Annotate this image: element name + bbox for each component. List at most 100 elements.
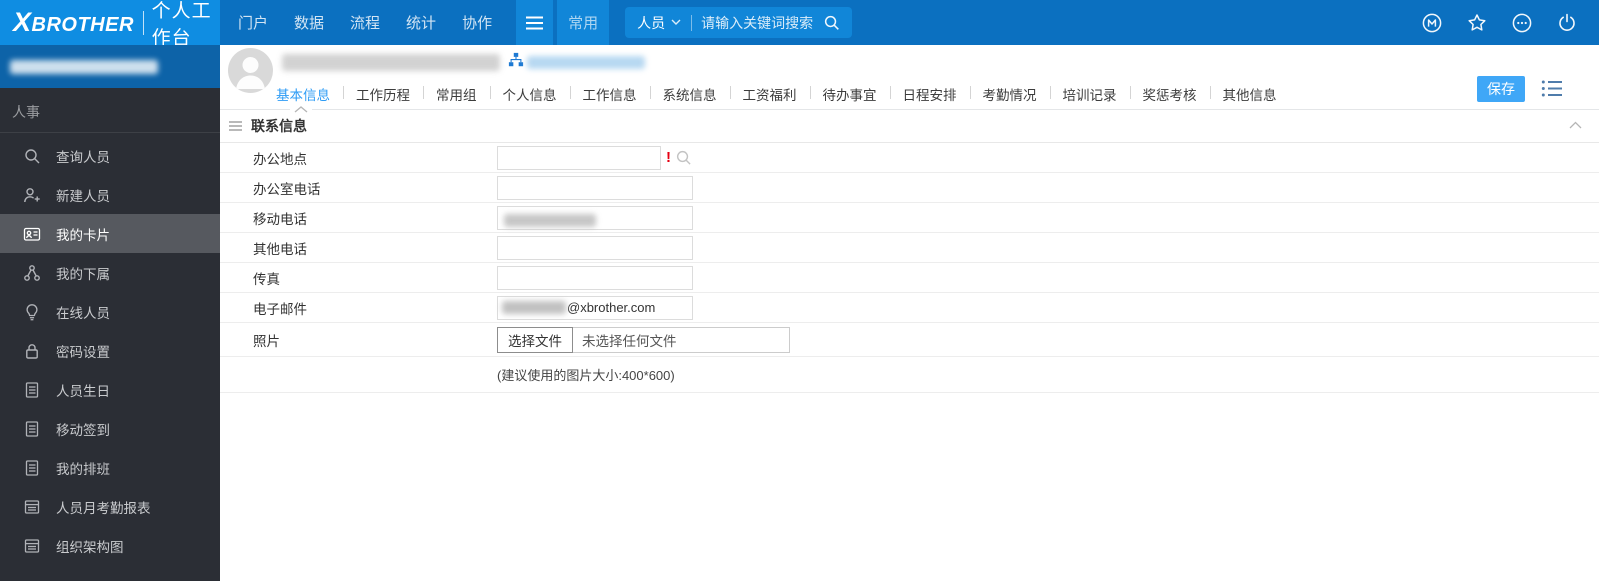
sidebar-item-org-chart[interactable]: 组织架构图 — [0, 526, 220, 565]
sidebar-item-monthly-attendance-report[interactable]: 人员月考勤报表 — [0, 487, 220, 526]
form-row-fax: 传真 — [220, 263, 1599, 293]
logo[interactable]: XBROTHER 个人工作台 — [0, 0, 220, 49]
tab-personal-info[interactable]: 个人信息 — [489, 84, 570, 104]
file-status-text: 未选择任何文件 — [582, 333, 677, 349]
email-field[interactable]: @xbrother.com — [497, 295, 693, 320]
tab-system-info[interactable]: 系统信息 — [649, 84, 730, 104]
report-icon — [22, 536, 41, 555]
tab-basic-info[interactable]: 基本信息 — [276, 84, 343, 104]
form-row-mobile-phone: 移动电话 — [220, 203, 1599, 233]
field-label: 传真 — [253, 271, 280, 287]
top-navigation: 门户 数据 流程 统计 协作 — [238, 0, 492, 45]
sidebar-item-online-persons[interactable]: 在线人员 — [0, 292, 220, 331]
section-title: 联系信息 — [251, 118, 307, 134]
tab-rewards[interactable]: 奖惩考核 — [1129, 84, 1210, 104]
tab-work-info[interactable]: 工作信息 — [569, 84, 650, 104]
office-phone-input[interactable] — [497, 175, 693, 200]
field-label: 电子邮件 — [253, 301, 307, 317]
search-icon[interactable] — [823, 14, 840, 31]
tab-other-info[interactable]: 其他信息 — [1209, 84, 1290, 104]
form-row-office-phone: 办公室电话 — [220, 173, 1599, 203]
sidebar-item-new-person[interactable]: 新建人员 — [0, 175, 220, 214]
sidebar-item-label: 人员月考勤报表 — [56, 500, 151, 516]
tab-salary-benefits[interactable]: 工资福利 — [729, 84, 810, 104]
sidebar-item-label: 密码设置 — [56, 344, 110, 360]
sidebar-item-password-settings[interactable]: 密码设置 — [0, 331, 220, 370]
contact-info-section-header: 联系信息 — [220, 110, 1599, 143]
nav-item-data[interactable]: 数据 — [294, 12, 324, 33]
sidebar-item-label: 我的下属 — [56, 266, 110, 282]
more-options-icon[interactable] — [1511, 12, 1533, 34]
quick-access-button[interactable]: 常用 — [557, 0, 610, 45]
contact-info-form: 办公地点 ! 办公室电话 移动电话 其他电话 传真 电子邮件 @xbrother… — [220, 143, 1599, 393]
email-domain-text: @xbrother.com — [567, 300, 656, 315]
sidebar-item-label: 人员生日 — [56, 383, 110, 399]
section-list-icon — [229, 120, 242, 132]
sidebar-item-birthdays[interactable]: 人员生日 — [0, 370, 220, 409]
power-logout-icon[interactable] — [1556, 12, 1578, 34]
search-divider — [691, 14, 693, 31]
nav-item-process[interactable]: 流程 — [350, 12, 380, 33]
apps-menu-button[interactable] — [516, 0, 554, 45]
photo-file-input[interactable]: 选择文件 未选择任何文件 — [497, 326, 790, 353]
form-row-photo: 照片 选择文件 未选择任何文件 — [220, 323, 1599, 357]
list-view-icon[interactable] — [1541, 79, 1563, 98]
sidebar-menu: 查询人员 新建人员 我的卡片 我的下属 在线人员 密码设置 人员生日 移动签到 … — [0, 136, 220, 565]
field-label: 办公室电话 — [253, 181, 321, 197]
lightbulb-icon — [22, 302, 41, 321]
tab-common-groups[interactable]: 常用组 — [423, 84, 490, 104]
add-user-icon — [22, 185, 41, 204]
org-nodes-icon — [22, 263, 41, 282]
m-badge-icon[interactable] — [1421, 12, 1443, 34]
nav-item-stats[interactable]: 统计 — [406, 12, 436, 33]
field-label: 办公地点 — [253, 151, 307, 167]
choose-file-button[interactable]: 选择文件 — [497, 326, 573, 353]
avatar — [228, 48, 273, 93]
logo-divider — [142, 10, 144, 35]
topbar-search: 人员 — [625, 7, 853, 38]
sidebar-item-label: 组织架构图 — [56, 539, 124, 555]
lock-icon — [22, 341, 41, 360]
sidebar-item-mobile-checkin[interactable]: 移动签到 — [0, 409, 220, 448]
office-location-input[interactable] — [497, 145, 661, 170]
tab-calendar[interactable]: 日程安排 — [889, 84, 970, 104]
app-root: XBROTHER 个人工作台 门户 数据 流程 统计 协作 常用 人员 请输入关… — [0, 0, 1599, 581]
required-mark: ! — [666, 149, 671, 166]
nav-item-portal[interactable]: 门户 — [238, 12, 268, 33]
logo-text: XBROTHER — [13, 7, 134, 37]
tab-attendance[interactable]: 考勤情况 — [969, 84, 1050, 104]
document-icon — [22, 380, 41, 399]
main-content: 基本信息 工作历程 常用组 个人信息 工作信息 系统信息 工资福利 待办事宜 日… — [220, 45, 1599, 581]
sidebar-item-label: 查询人员 — [56, 149, 110, 165]
redacted-department — [527, 56, 645, 69]
tab-work-history[interactable]: 工作历程 — [343, 84, 423, 104]
form-row-office-location: 办公地点 ! — [220, 143, 1599, 173]
save-button[interactable]: 保存 — [1477, 76, 1525, 102]
profile-header: 基本信息 工作历程 常用组 个人信息 工作信息 系统信息 工资福利 待办事宜 日… — [220, 45, 1599, 113]
photo-hint-text: (建议使用的图片大小:400*600) — [497, 368, 675, 383]
section-collapse-icon[interactable] — [1568, 120, 1583, 129]
lookup-search-icon[interactable] — [675, 149, 692, 166]
field-label: 其他电话 — [253, 241, 307, 257]
sidebar-header — [0, 45, 220, 88]
redacted-person-name — [282, 54, 500, 71]
tab-training[interactable]: 培训记录 — [1049, 84, 1130, 104]
redacted-email-prefix — [502, 301, 566, 314]
sidebar-item-label: 新建人员 — [56, 188, 110, 204]
fax-input[interactable] — [497, 265, 693, 290]
nav-item-collab[interactable]: 协作 — [462, 12, 492, 33]
sidebar-item-my-card[interactable]: 我的卡片 — [0, 214, 220, 253]
tab-todo-items[interactable]: 待办事宜 — [809, 84, 890, 104]
other-phone-input[interactable] — [497, 235, 693, 260]
form-row-other-phone: 其他电话 — [220, 233, 1599, 263]
sidebar-item-my-schedule[interactable]: 我的排班 — [0, 448, 220, 487]
favorites-star-icon[interactable] — [1466, 12, 1488, 34]
sidebar-item-search-person[interactable]: 查询人员 — [0, 136, 220, 175]
hamburger-icon — [525, 15, 544, 31]
search-category-select[interactable]: 人员 — [637, 13, 681, 33]
sidebar-item-label: 我的卡片 — [56, 227, 110, 243]
field-label: 照片 — [253, 333, 280, 349]
sidebar-item-my-subordinates[interactable]: 我的下属 — [0, 253, 220, 292]
topbar-actions — [1421, 0, 1599, 45]
search-input[interactable] — [701, 14, 820, 31]
